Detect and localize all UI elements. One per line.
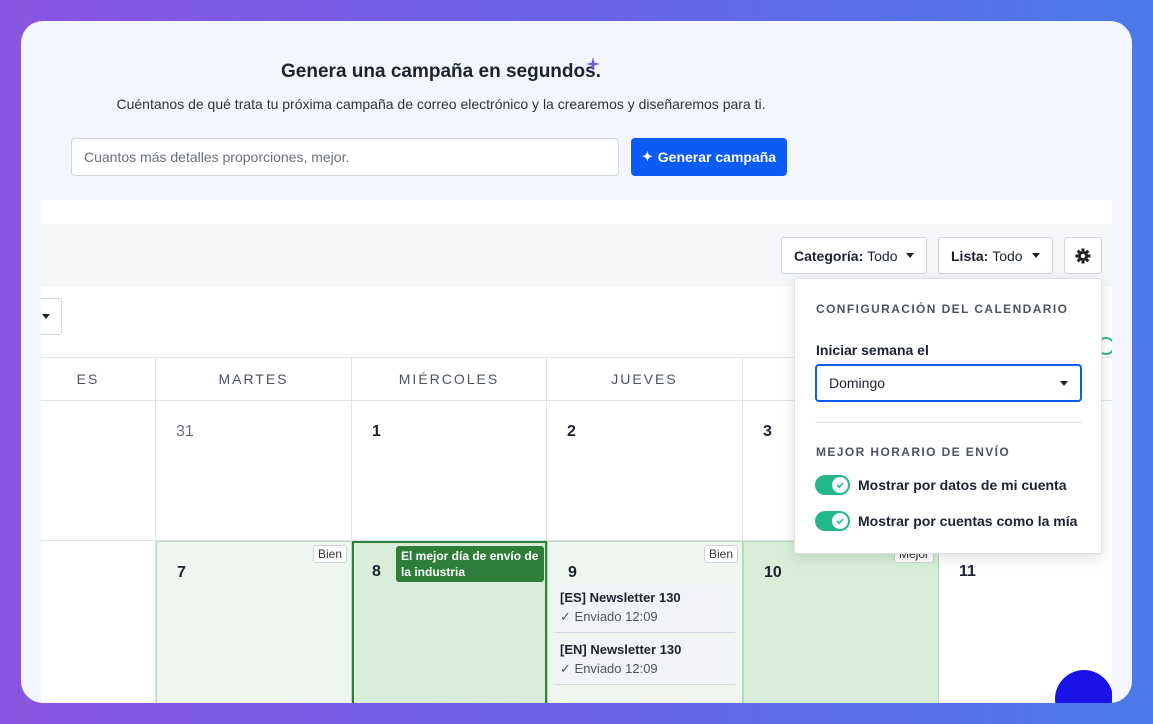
check-icon: ✓ [560, 661, 571, 676]
weekday-thursday: JUEVES [547, 358, 743, 400]
day-number: 7 [177, 564, 186, 581]
chevron-down-icon [1060, 380, 1068, 386]
list-filter-label: Lista: [951, 247, 989, 264]
calendar-settings-button[interactable] [1064, 237, 1102, 274]
day-cell-7[interactable]: 7 Bien [156, 541, 352, 703]
list-filter[interactable]: Lista: Todo [938, 237, 1053, 274]
week-start-select[interactable]: Domingo [815, 364, 1082, 402]
chevron-down-icon [42, 314, 50, 319]
similar-accounts-toggle[interactable] [815, 511, 850, 531]
day-number: 11 [959, 563, 976, 580]
weekday-tuesday: MARTES [156, 358, 352, 400]
send-rating-badge: Bien [312, 545, 347, 563]
toggle-similar-label: Mostrar por cuentas como la mía [858, 513, 1078, 529]
day-cell-9[interactable]: 9 Bien [ES] Newsletter 130 ✓ Enviado 12:… [547, 541, 743, 703]
campaign-item[interactable]: [EN] Newsletter 130 ✓ Enviado 12:09 [555, 637, 735, 685]
day-number: 1 [372, 423, 381, 440]
category-filter-label: Categoría: [794, 247, 864, 264]
check-icon [836, 482, 844, 489]
week-start-value: Domingo [829, 375, 886, 391]
hero-subtitle: Cuéntanos de qué trata tu próxima campañ… [116, 96, 766, 112]
toggle-row-similar: Mostrar por cuentas como la mía [815, 511, 1077, 531]
gear-icon [1075, 248, 1091, 263]
toggle-row-account: Mostrar por datos de mi cuenta [815, 475, 1066, 495]
toggle-account-label: Mostrar por datos de mi cuenta [858, 477, 1067, 493]
sparkle-icon [586, 57, 600, 71]
day-number: 8 [372, 563, 381, 580]
campaign-status: ✓ Enviado 12:09 [560, 661, 730, 677]
send-rating-badge: Bien [703, 545, 738, 563]
day-number: 10 [764, 564, 782, 581]
weekday-wednesday: MIÉRCOLES [352, 358, 547, 400]
campaign-description-input[interactable] [71, 138, 619, 176]
divider [815, 422, 1082, 423]
account-data-toggle[interactable] [815, 475, 850, 495]
sparkle-icon: ✦ [641, 149, 653, 164]
category-filter-value: Todo [867, 247, 898, 264]
campaign-status-text: Enviado 12:09 [574, 609, 658, 624]
day-cell[interactable] [41, 541, 156, 703]
check-icon [836, 518, 844, 525]
category-filter[interactable]: Categoría: Todo [781, 237, 928, 274]
campaign-status-text: Enviado 12:09 [574, 661, 658, 676]
campaign-item[interactable]: [ES] Newsletter 130 ✓ Enviado 12:09 [555, 585, 735, 633]
day-cell-2[interactable]: 2 [547, 401, 743, 541]
campaign-title: [ES] Newsletter 130 [560, 590, 681, 605]
day-cell[interactable] [41, 401, 156, 541]
chevron-down-icon [906, 253, 915, 258]
filter-bar: Categoría: Todo Lista: Todo [41, 224, 1112, 286]
campaign-status: ✓ Enviado 12:09 [560, 609, 730, 625]
day-cell-31[interactable]: 31 [156, 401, 352, 541]
list-filter-value: Todo [992, 247, 1023, 264]
week-start-label: Iniciar semana el [816, 342, 929, 358]
calendar-settings-popover: CONFIGURACIÓN DEL CALENDARIO Iniciar sem… [794, 278, 1102, 554]
day-number: 2 [567, 423, 576, 440]
check-icon: ✓ [560, 609, 571, 624]
best-time-title: MEJOR HORARIO DE ENVÍO [816, 445, 1011, 459]
weekday-monday: ES [41, 358, 156, 400]
campaign-title: [EN] Newsletter 130 [560, 642, 682, 657]
day-number: 3 [763, 423, 772, 440]
hero-title: Genera una campaña en segundos. [281, 61, 601, 82]
best-day-badge: El mejor día de envío de la industria [396, 546, 544, 582]
chevron-down-icon [1031, 253, 1040, 258]
day-number: 31 [176, 423, 194, 440]
generate-campaign-label: Generar campaña [657, 149, 777, 165]
day-cell-8[interactable]: 8 El mejor día de envío de la industria [352, 541, 547, 703]
day-cell-10[interactable]: 10 Mejor [743, 541, 939, 703]
popover-title: CONFIGURACIÓN DEL CALENDARIO [816, 302, 1069, 316]
day-cell-1[interactable]: 1 [352, 401, 547, 541]
day-number: 9 [568, 564, 577, 581]
view-select[interactable] [41, 298, 62, 335]
generate-campaign-button[interactable]: ✦ Generar campaña [631, 138, 787, 176]
